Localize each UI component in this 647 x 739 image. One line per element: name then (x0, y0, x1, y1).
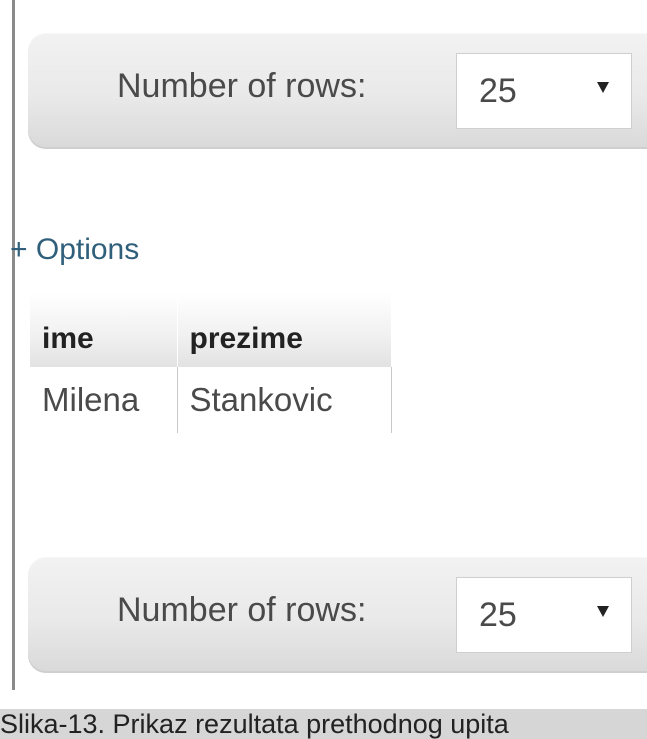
screenshot-page: Number of rows: 25 + Options ime prezime… (0, 0, 647, 739)
rows-count-label: Number of rows: (117, 67, 367, 105)
rows-count-label: Number of rows: (117, 591, 367, 629)
rows-count-select[interactable]: 25 (456, 577, 632, 653)
rows-count-value: 25 (479, 72, 517, 110)
top-navigation-bar: Number of rows: 25 (28, 33, 647, 149)
figure-caption-bar: Slika-13. Prikaz rezultata prethodnog up… (0, 709, 647, 739)
results-table: ime prezime Milena Stankovic (30, 293, 392, 433)
rows-count-value: 25 (479, 596, 517, 634)
left-border-line (12, 0, 15, 690)
table-header-row: ime prezime (30, 293, 392, 367)
bottom-navigation-bar: Number of rows: 25 (28, 557, 647, 673)
table-row: Milena Stankovic (30, 367, 392, 433)
table-cell-prezime: Stankovic (177, 367, 392, 433)
column-header-ime[interactable]: ime (30, 293, 178, 367)
chevron-down-icon (597, 606, 609, 617)
column-header-prezime[interactable]: prezime (177, 293, 392, 367)
rows-count-select[interactable]: 25 (456, 53, 632, 129)
figure-caption: Slika-13. Prikaz rezultata prethodnog up… (0, 709, 509, 739)
options-toggle-link[interactable]: + Options (10, 235, 139, 265)
table-cell-ime: Milena (30, 367, 178, 433)
chevron-down-icon (597, 82, 609, 93)
